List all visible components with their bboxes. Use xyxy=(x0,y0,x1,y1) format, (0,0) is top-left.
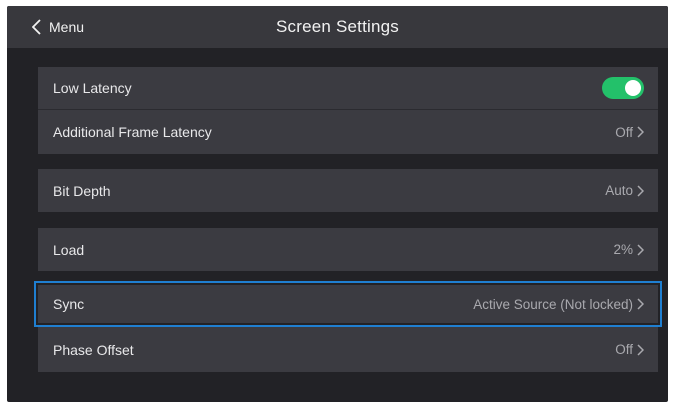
chevron-right-icon xyxy=(637,343,644,356)
setting-label: Sync xyxy=(53,296,85,312)
chevron-right-icon xyxy=(637,243,644,256)
setting-row-phase-offset[interactable]: Phase Offset Off xyxy=(38,327,658,372)
chevron-right-icon xyxy=(637,184,644,197)
setting-label: Phase Offset xyxy=(53,341,134,358)
setting-row-sync[interactable]: Sync Active Source (Not locked) xyxy=(34,281,662,327)
setting-label: Low Latency xyxy=(53,80,132,96)
setting-row-load[interactable]: Load 2% xyxy=(38,228,658,271)
chevron-right-icon xyxy=(637,298,644,310)
setting-label: Bit Depth xyxy=(53,182,111,199)
setting-label: Additional Frame Latency xyxy=(53,124,212,140)
setting-value: Off xyxy=(615,124,633,140)
header-bar: Menu Screen Settings xyxy=(7,6,668,48)
setting-row-bit-depth[interactable]: Bit Depth Auto xyxy=(38,169,658,212)
setting-value: Auto xyxy=(605,183,633,198)
setting-value: Off xyxy=(615,342,633,357)
setting-row-additional-frame-latency[interactable]: Additional Frame Latency Off xyxy=(38,110,658,154)
setting-row-low-latency[interactable]: Low Latency xyxy=(38,67,658,109)
screen-settings-panel: Menu Screen Settings Low Latency Additio… xyxy=(7,6,668,402)
chevron-right-icon xyxy=(637,126,644,138)
low-latency-toggle[interactable] xyxy=(602,77,644,99)
setting-label: Load xyxy=(53,241,85,258)
setting-value: 2% xyxy=(613,242,633,257)
toggle-knob xyxy=(625,80,641,96)
page-title: Screen Settings xyxy=(275,17,399,36)
setting-value: Active Source (Not locked) xyxy=(473,296,633,312)
